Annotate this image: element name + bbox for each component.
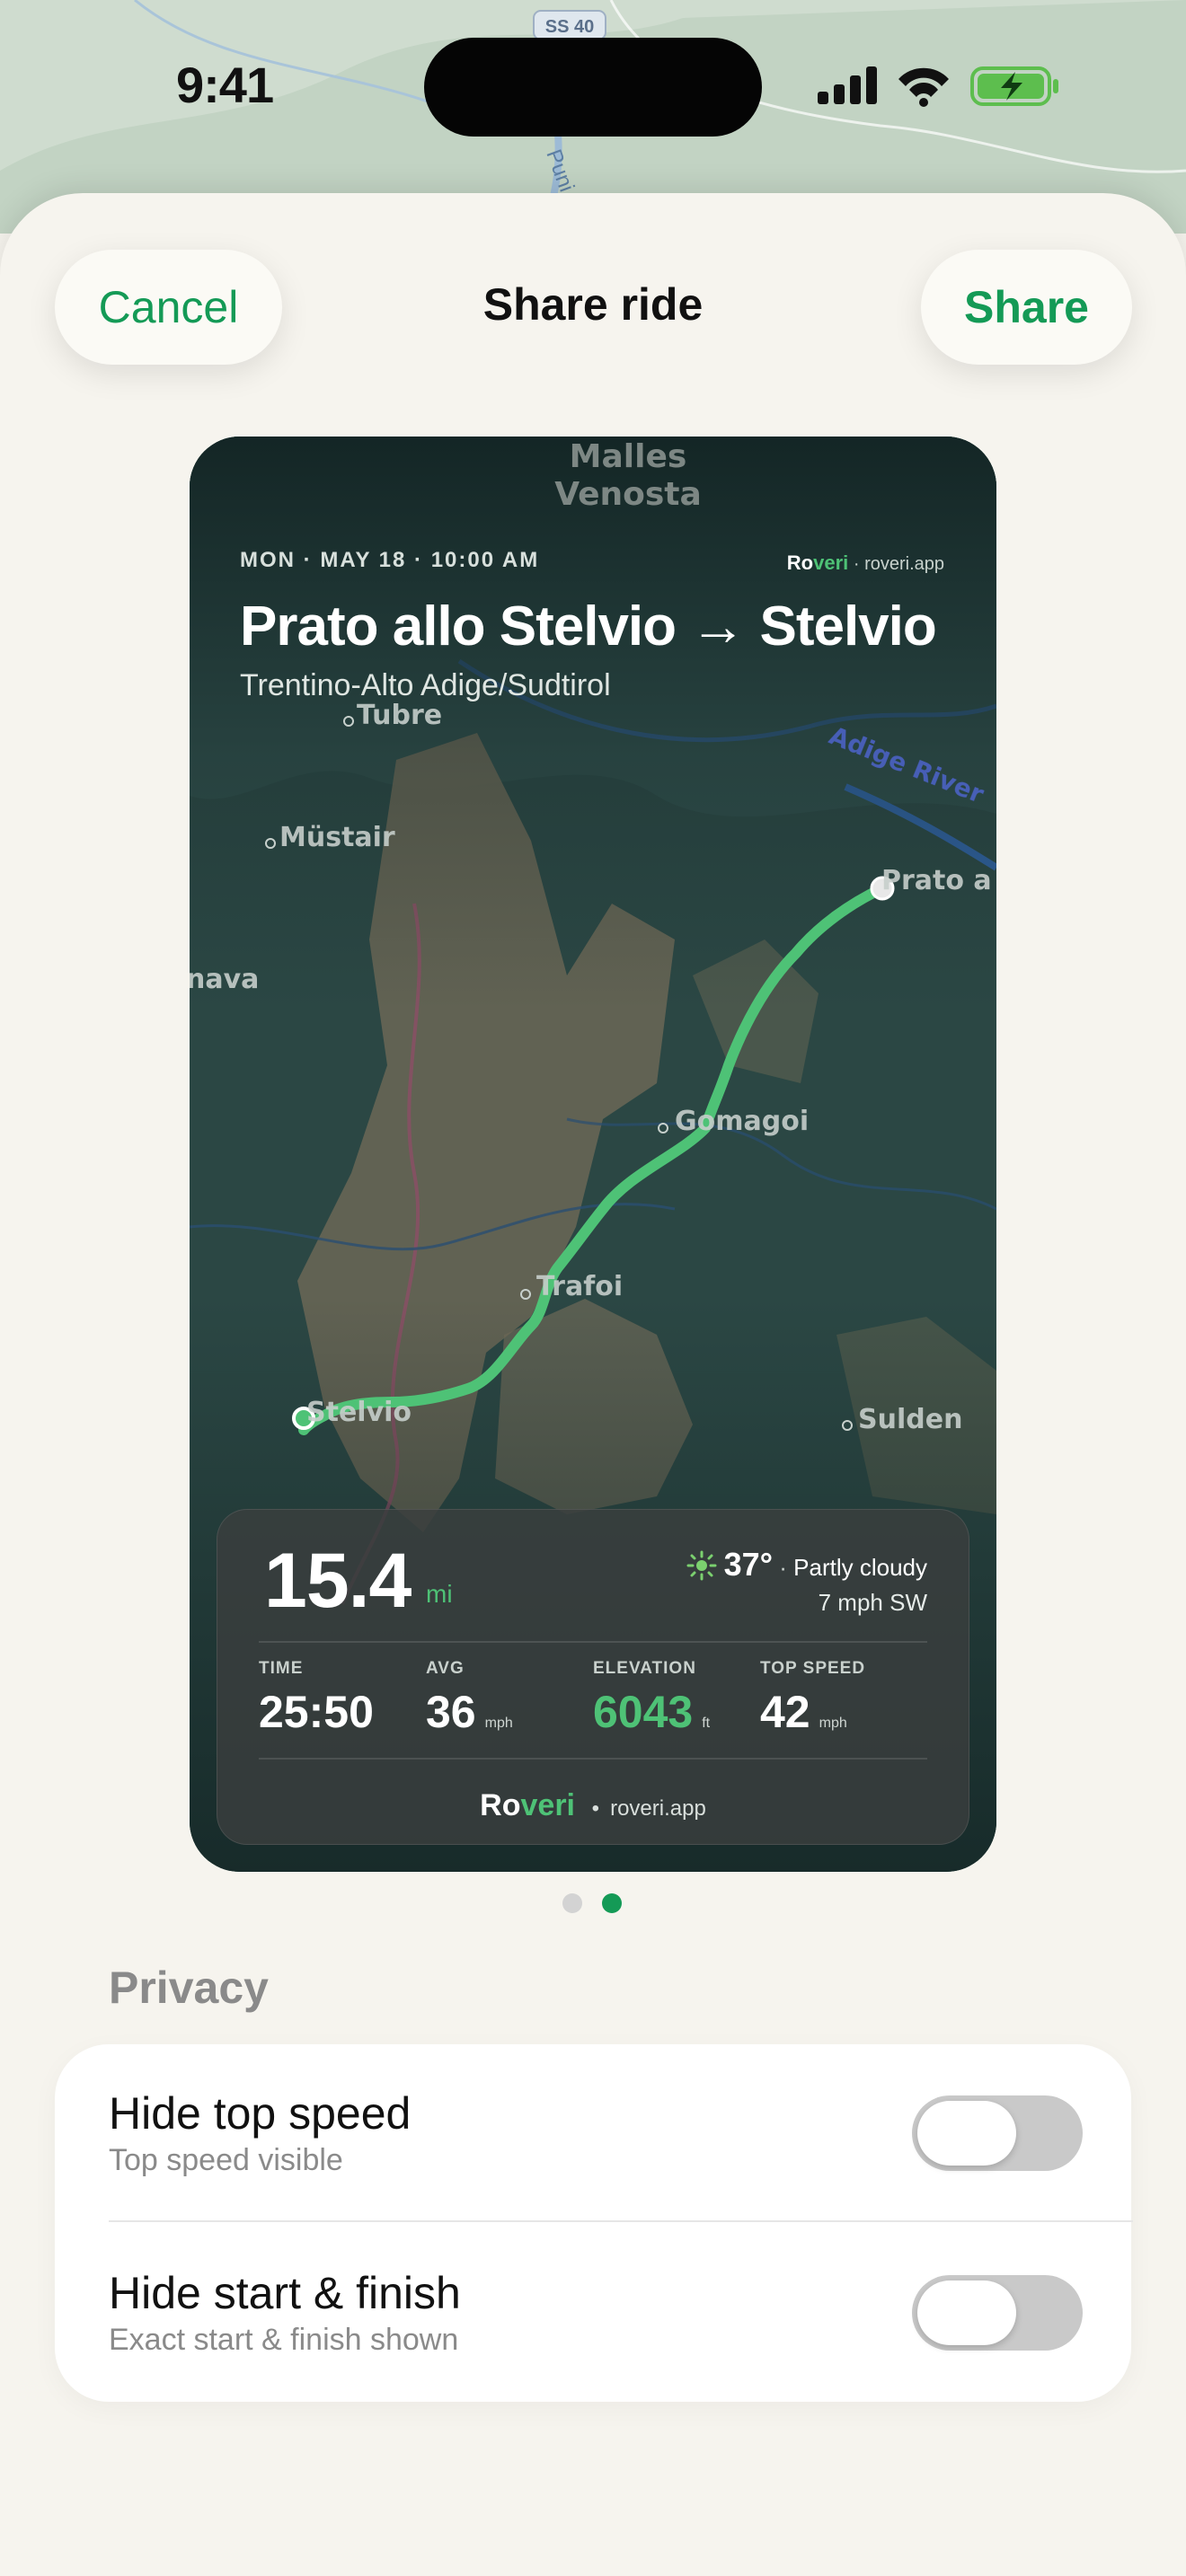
hide-top-speed-subtitle: Top speed visible [109,2143,343,2177]
page-dot-1[interactable] [562,1893,582,1913]
ride-stats-panel: 15.4 mi 37° · Partly cloudy 7 mph SW TIM… [217,1509,969,1845]
dynamic-island [424,38,762,137]
map-label-sulden: Sulden [858,1404,962,1435]
hide-start-finish-title: Hide start & finish [109,2268,461,2318]
map-label-mustair: Müstair [279,822,395,853]
footer-brand-wordmark: Roveri [480,1788,575,1822]
card-footer-brand: Roveri • roveri.app [480,1788,706,1822]
wifi-icon [898,67,949,107]
toggle-knob [917,2101,1016,2166]
status-bar: 9:41 [0,0,1186,180]
toggle-knob [917,2280,1016,2345]
stat-elevation: ELEVATION 6043 ft [593,1659,711,1737]
temperature: 37° [723,1546,774,1583]
battery-charging-icon [970,66,1058,106]
map-label-tubre: Tubre [357,700,442,731]
hide-top-speed-title: Hide top speed [109,2088,412,2139]
map-label-malles: Malles [570,438,687,475]
stat-top-speed: TOP SPEED 42 mph [760,1659,866,1737]
sun-icon [686,1550,717,1581]
status-icons [818,66,1058,107]
ride-region: Trentino-Alto Adige/Sudtirol [240,668,611,702]
stat-time: TIME 25:50 [259,1659,374,1737]
share-button[interactable]: Share [921,250,1132,365]
distance-value: 15.4 [264,1538,412,1624]
wind: 7 mph SW [818,1589,927,1616]
hide-start-finish-subtitle: Exact start & finish shown [109,2323,459,2357]
map-label-venosta: Venosta [554,476,702,513]
ride-title: Prato allo Stelvio → Stelvio [240,595,937,657]
stats-divider [259,1641,927,1643]
weather-conditions: Partly cloudy [793,1554,927,1581]
map-label-stelvio: Stelvio [306,1397,412,1428]
privacy-options-group: Hide top speed Top speed visible Hide st… [55,2044,1133,2402]
card-brand-small: Roveri · roveri.app [786,551,944,574]
map-label-nava: nava [190,964,259,995]
distance-unit: mi [426,1580,453,1608]
footer-divider [259,1758,927,1760]
card-brand-wordmark: Roveri [786,551,849,574]
page-dot-2-active[interactable] [602,1893,622,1913]
footer-domain: roveri.app [610,1796,706,1821]
row-divider [109,2220,1133,2222]
hide-top-speed-toggle[interactable] [912,2095,1083,2171]
card-brand-domain: roveri.app [864,554,944,574]
weather-summary: 37° · Partly cloudy [686,1546,927,1584]
ride-date: MON · MAY 18 · 10:00 AM [240,548,540,572]
hide-start-finish-toggle[interactable] [912,2275,1083,2351]
signal-icon [818,66,877,104]
privacy-heading: Privacy [109,1963,269,2013]
map-label-prato: Prato a [881,865,992,896]
status-time: 9:41 [176,57,274,113]
map-label-trafoi: Trafoi [536,1271,623,1302]
map-label-gomagoi: Gomagoi [675,1106,809,1137]
stat-avg-speed: AVG 36 mph [426,1659,513,1737]
ride-share-card[interactable]: Malles Venosta Tubre Müstair nava Adige … [190,437,996,1872]
